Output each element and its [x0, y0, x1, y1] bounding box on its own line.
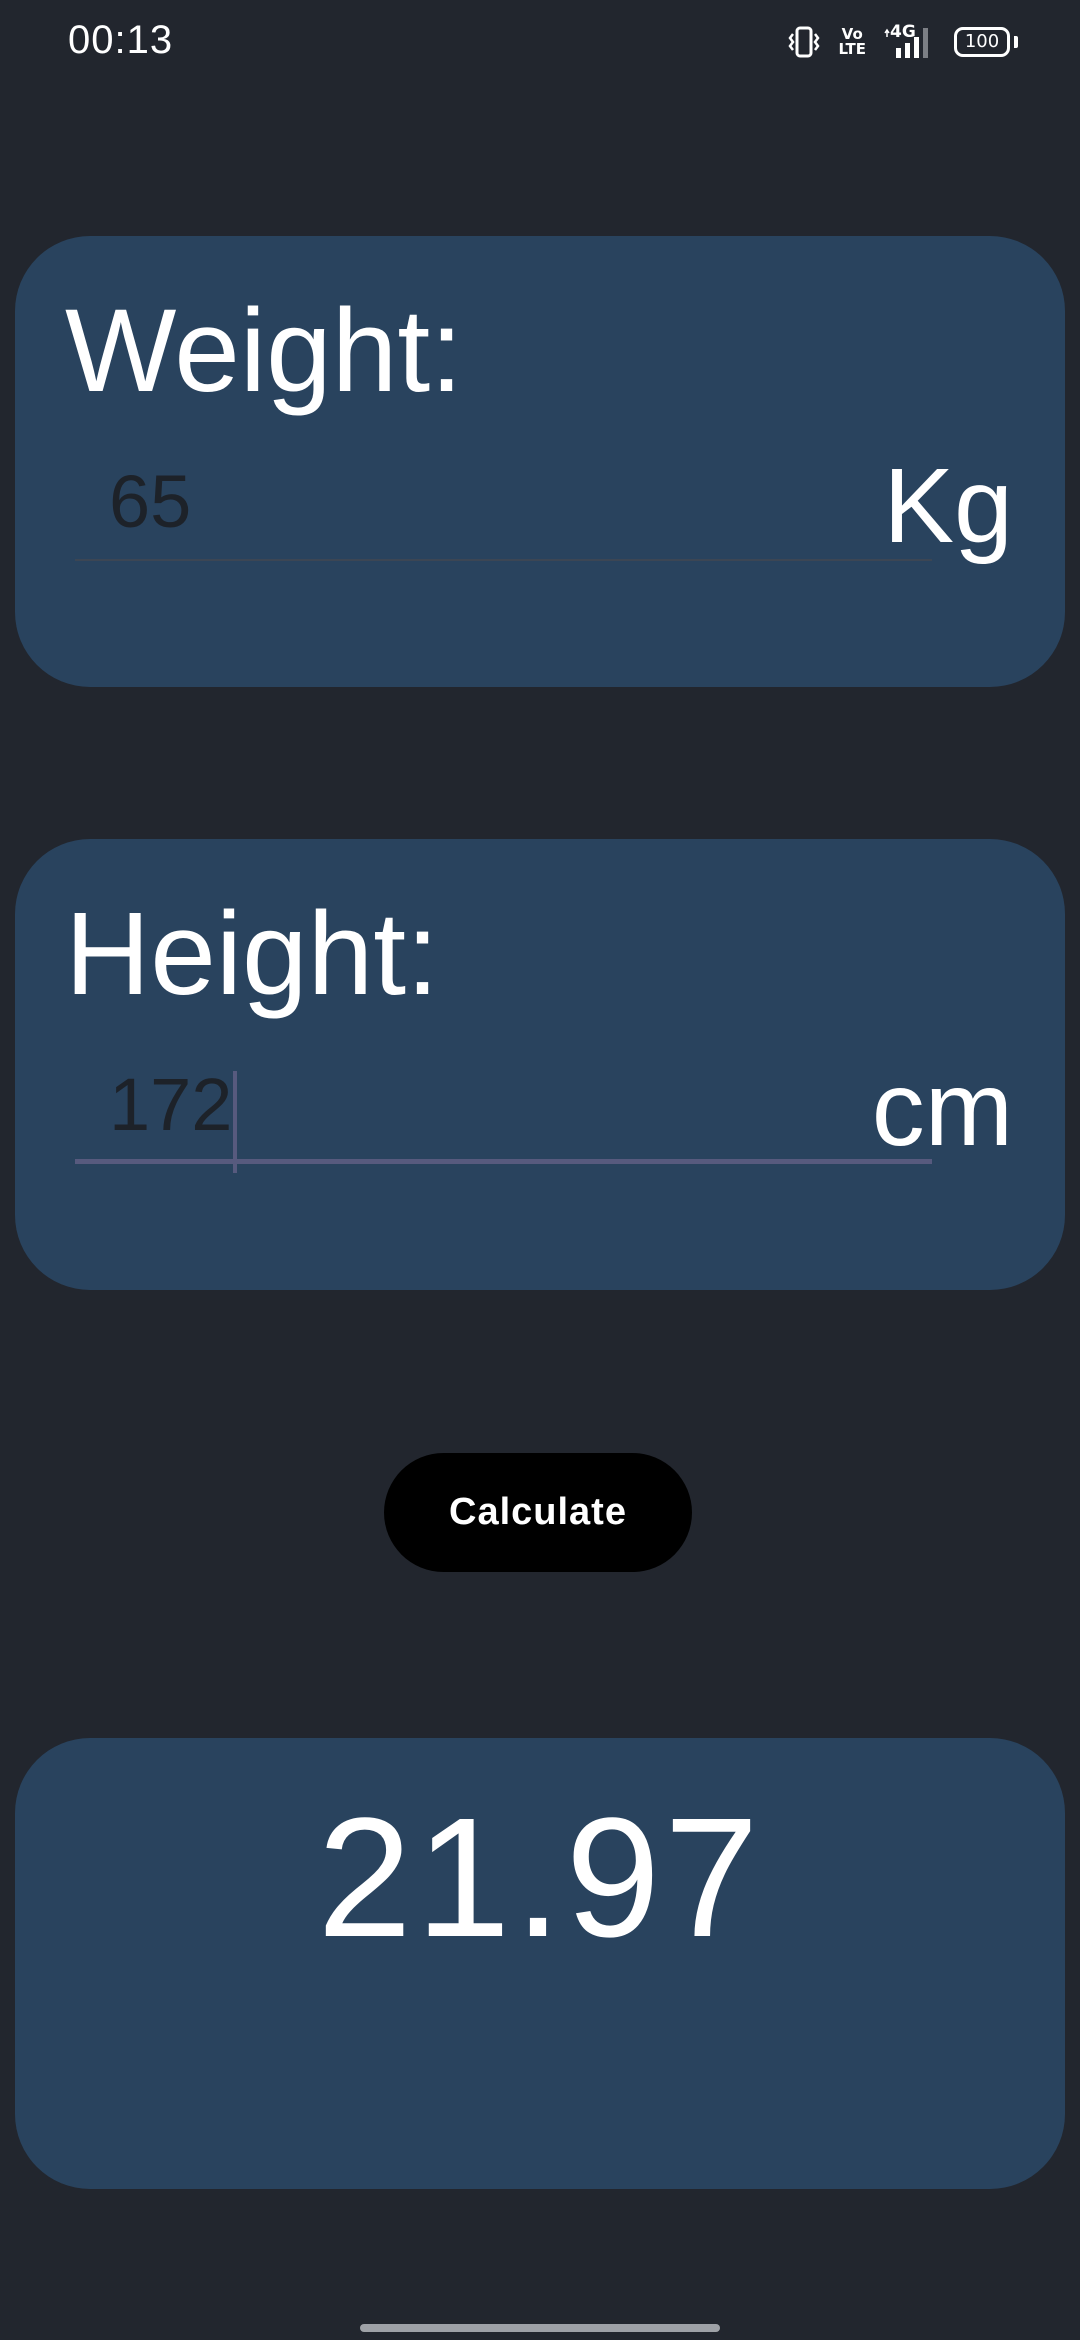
- app-screen: 00:13 Vo LTE 4G 100 Weight: 65 Kg Height…: [0, 0, 1080, 2340]
- height-label: Height:: [65, 888, 439, 1020]
- height-unit-label: cm: [871, 1050, 1013, 1168]
- weight-label: Weight:: [65, 285, 463, 417]
- weight-input[interactable]: [75, 446, 932, 556]
- volte-icon: Vo LTE: [838, 27, 866, 57]
- height-card: Height: cm: [15, 839, 1065, 1290]
- signal-icon: 4G: [884, 22, 936, 60]
- status-time: 00:13: [68, 18, 174, 62]
- result-card: 21.97: [15, 1738, 1065, 2189]
- text-cursor: [233, 1071, 237, 1173]
- height-input-wrap: [75, 1049, 932, 1173]
- status-bar: 00:13 Vo LTE 4G 100: [0, 0, 1080, 84]
- height-input[interactable]: [75, 1049, 932, 1159]
- battery-icon: 100: [954, 27, 1018, 57]
- bmi-result: 21.97: [317, 1783, 763, 1973]
- home-indicator[interactable]: [360, 2324, 720, 2332]
- volte-label-bottom: LTE: [838, 40, 866, 58]
- weight-card: Weight: Kg: [15, 236, 1065, 687]
- weight-input-underline: [75, 559, 932, 561]
- calculate-button[interactable]: Calculate: [384, 1453, 692, 1572]
- battery-level: 100: [964, 31, 1000, 52]
- status-icons: Vo LTE 4G 100: [788, 22, 1018, 60]
- weight-unit-label: Kg: [883, 447, 1013, 565]
- weight-input-wrap: [75, 446, 932, 561]
- height-input-underline: [75, 1159, 932, 1164]
- vibrate-icon: [788, 25, 820, 59]
